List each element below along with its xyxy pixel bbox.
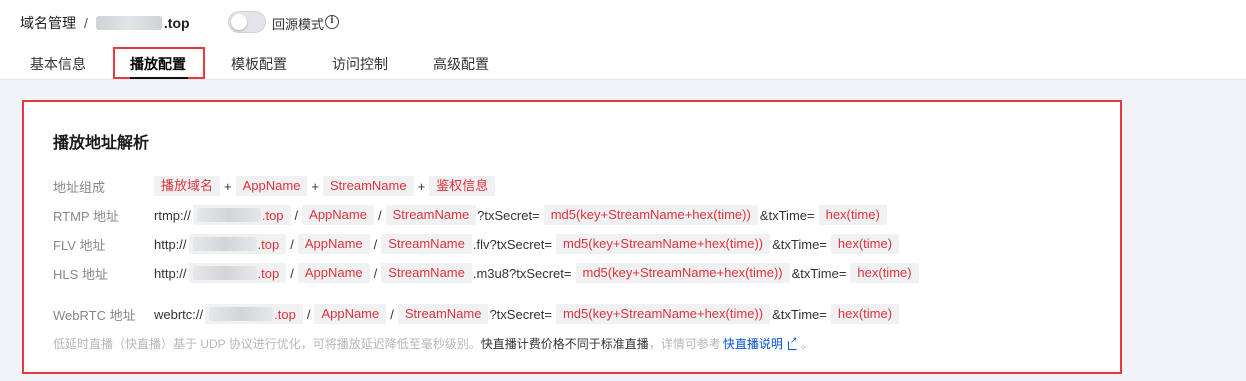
hls-streamname: StreamName: [381, 263, 472, 283]
breadcrumb-domain: .top: [163, 15, 190, 31]
webrtc-domain-tag: .top: [205, 304, 303, 324]
tab-access-control[interactable]: 访问控制: [332, 54, 388, 74]
masked-domain: [209, 307, 274, 321]
part-streamname: StreamName: [323, 176, 414, 196]
path-separator: /: [373, 236, 378, 252]
note-text: 低延时直播（快直播）基于 UDP 协议进行优化，可将播放延迟降低至毫秒级别。: [53, 337, 481, 351]
hls-secret: md5(key+StreamName+hex(time)): [575, 263, 790, 283]
external-link-icon[interactable]: [787, 335, 798, 350]
masked-domain: [192, 266, 257, 280]
hls-domain-suffix: .top: [257, 265, 280, 281]
note-more: ，详情可参考: [648, 337, 721, 351]
rtmp-domain-suffix: .top: [261, 207, 284, 223]
webrtc-streamname: StreamName: [397, 304, 489, 324]
path-separator: /: [294, 207, 299, 223]
webrtc-row: WebRTC 地址 webrtc:// .top / AppName / Str…: [53, 303, 900, 325]
masked-domain: [95, 16, 162, 30]
webrtc-secret: md5(key+StreamName+hex(time)): [555, 304, 771, 324]
path-separator: /: [373, 265, 378, 281]
rtmp-secret: md5(key+StreamName+hex(time)): [543, 205, 758, 225]
plus-sign: +: [311, 178, 320, 194]
origin-mode-toggle[interactable]: [228, 11, 266, 33]
playback-url-panel: 播放地址解析 地址组成 播放域名 + AppName + StreamName …: [22, 100, 1122, 374]
plus-sign: +: [417, 178, 426, 194]
webrtc-label: WebRTC 地址: [53, 307, 136, 323]
hls-domain-tag: .top: [188, 263, 287, 283]
rtmp-time-key: &txTime=: [759, 207, 815, 223]
tab-template-config[interactable]: 模板配置: [231, 54, 287, 74]
flv-appname: AppName: [297, 234, 370, 254]
rtmp-label: RTMP 地址: [53, 208, 119, 224]
tab-advanced-config[interactable]: 高级配置: [433, 54, 489, 74]
rtmp-row: RTMP 地址 rtmp:// .top / AppName / StreamN…: [53, 204, 887, 226]
breadcrumb: 域名管理 / .top: [20, 12, 190, 34]
rtmp-domain-tag: .top: [192, 205, 291, 225]
hls-time: hex(time): [850, 263, 919, 283]
part-appname: AppName: [235, 176, 308, 196]
path-separator: /: [290, 265, 294, 281]
origin-mode-label: 回源模式: [272, 17, 325, 32]
path-separator: /: [290, 236, 294, 252]
flv-time: hex(time): [830, 234, 900, 254]
part-auth-info: 鉴权信息: [429, 176, 496, 196]
toggle-knob: [231, 14, 247, 30]
rtmp-scheme: rtmp://: [154, 207, 191, 223]
webrtc-query: ?txSecret=: [489, 306, 552, 322]
webrtc-time: hex(time): [830, 304, 900, 324]
hls-appname: AppName: [297, 263, 370, 283]
path-separator: /: [306, 306, 311, 322]
webrtc-scheme: webrtc://: [154, 306, 204, 322]
rtmp-appname: AppName: [302, 205, 374, 225]
webrtc-time-key: &txTime=: [772, 306, 827, 322]
plus-sign: +: [224, 178, 232, 194]
breadcrumb-separator: /: [84, 15, 88, 31]
flv-time-key: &txTime=: [772, 236, 827, 252]
masked-domain: [192, 237, 257, 251]
part-play-domain: 播放域名: [154, 176, 221, 196]
rtmp-time: hex(time): [818, 205, 887, 225]
hls-scheme: http://: [154, 265, 187, 281]
composition-row: 地址组成 播放域名 + AppName + StreamName + 鉴权信息: [53, 175, 496, 197]
rtmp-query: ?txSecret=: [477, 207, 540, 223]
rtmp-streamname: StreamName: [385, 205, 477, 225]
hls-label: HLS 地址: [53, 266, 108, 282]
active-tab-underline: [130, 77, 188, 79]
tab-highlight-box: [113, 47, 205, 79]
hls-row: HLS 地址 http:// .top / AppName / StreamNa…: [53, 262, 919, 284]
flv-secret: md5(key+StreamName+hex(time)): [555, 234, 771, 254]
flv-domain-tag: .top: [188, 234, 287, 254]
masked-domain: [196, 208, 261, 222]
webrtc-note: 低延时直播（快直播）基于 UDP 协议进行优化，可将播放延迟降低至毫秒级别。 快…: [53, 335, 813, 352]
flv-query: .flv?txSecret=: [472, 236, 552, 252]
hls-query: .m3u8?txSecret=: [472, 265, 572, 281]
flv-streamname: StreamName: [381, 234, 472, 254]
flv-row: FLV 地址 http:// .top / AppName / StreamNa…: [53, 233, 900, 255]
flv-label: FLV 地址: [53, 237, 106, 253]
fast-live-doc-link[interactable]: 快直播说明: [723, 335, 783, 352]
info-icon[interactable]: i: [325, 15, 339, 29]
note-bold: 快直播计费价格不同于标准直播: [480, 337, 649, 351]
tab-basic-info[interactable]: 基本信息: [30, 54, 86, 74]
panel-title: 播放地址解析: [53, 135, 150, 152]
webrtc-domain-suffix: .top: [274, 306, 296, 322]
breadcrumb-root[interactable]: 域名管理: [20, 13, 76, 33]
webrtc-appname: AppName: [314, 304, 387, 324]
flv-scheme: http://: [154, 236, 187, 252]
flv-domain-suffix: .top: [257, 236, 280, 252]
hls-time-key: &txTime=: [791, 265, 847, 281]
note-end: 。: [800, 337, 813, 351]
composition-label: 地址组成: [53, 179, 106, 195]
path-separator: /: [390, 306, 394, 322]
path-separator: /: [377, 207, 382, 223]
